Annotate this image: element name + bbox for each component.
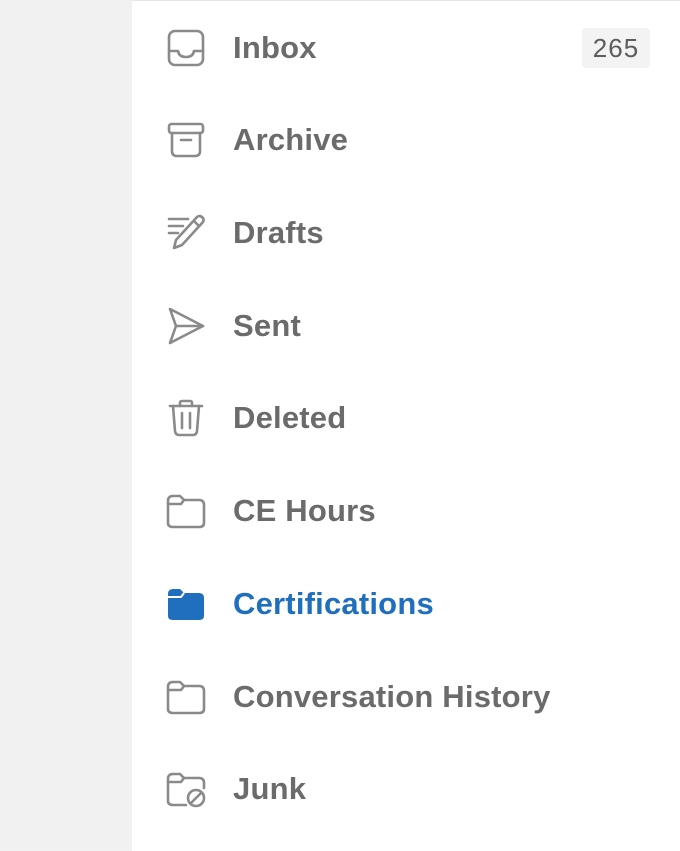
- folder-pane: Inbox 265 Archive Drafts Sent Deleted CE…: [132, 0, 680, 851]
- folder-label: Conversation History: [233, 679, 551, 714]
- sent-paper-plane-icon: [164, 304, 208, 348]
- folder-label: Junk: [233, 771, 307, 806]
- folder-item-junk[interactable]: Junk: [132, 743, 680, 835]
- folder-item-drafts[interactable]: Drafts: [132, 187, 680, 279]
- folder-label: Sent: [233, 308, 301, 343]
- drafts-pencil-icon: [164, 211, 208, 255]
- folder-label: CE Hours: [233, 493, 376, 528]
- folder-item-deleted[interactable]: Deleted: [132, 372, 680, 464]
- folder-item-inbox[interactable]: Inbox 265: [132, 2, 680, 94]
- folder-label: Certifications: [233, 586, 434, 621]
- archive-icon: [164, 118, 208, 162]
- folder-label: Drafts: [233, 215, 324, 250]
- folder-icon: [164, 489, 208, 533]
- folder-item-certifications[interactable]: Certifications: [132, 558, 680, 650]
- inbox-icon: [164, 26, 208, 70]
- folder-icon: [164, 675, 208, 719]
- folder-filled-icon: [164, 582, 208, 626]
- folder-item-ce-hours[interactable]: CE Hours: [132, 465, 680, 557]
- folder-item-archive[interactable]: Archive: [132, 94, 680, 186]
- folder-label: Deleted: [233, 400, 347, 435]
- junk-folder-icon: [164, 767, 208, 811]
- folder-label: Archive: [233, 122, 349, 157]
- unread-count-badge: 265: [582, 28, 650, 68]
- trash-icon: [164, 396, 208, 440]
- folder-item-sent[interactable]: Sent: [132, 280, 680, 372]
- left-gutter: [0, 0, 132, 850]
- folder-item-conversation-history[interactable]: Conversation History: [132, 651, 680, 743]
- folder-label: Inbox: [233, 30, 317, 65]
